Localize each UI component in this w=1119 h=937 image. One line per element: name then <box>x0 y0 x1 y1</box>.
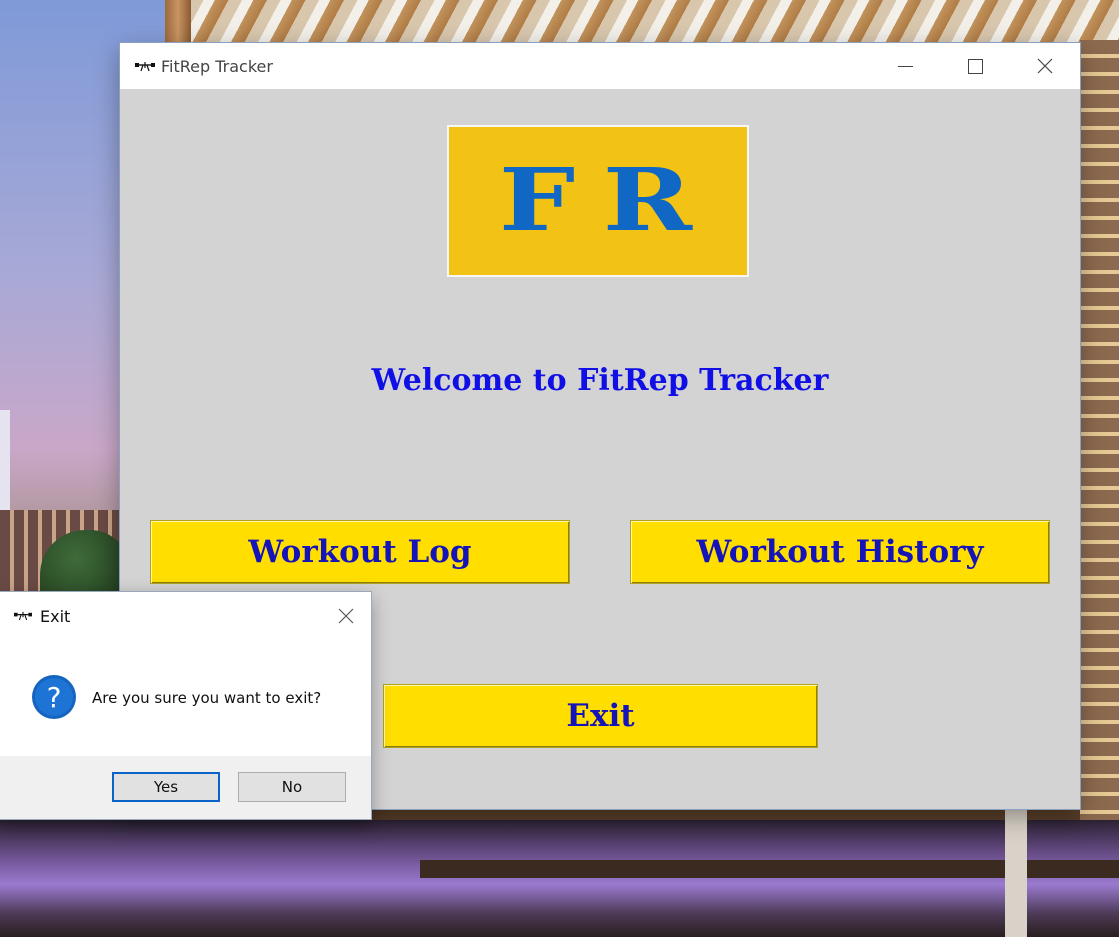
no-button[interactable]: No <box>238 772 346 802</box>
exit-dialog: Exit ? Are you sure you want to exit? Ye… <box>0 592 371 819</box>
logo-text: FR <box>498 150 720 251</box>
workout-log-button[interactable]: Workout Log <box>150 520 570 584</box>
window-title: FitRep Tracker <box>161 57 273 76</box>
app-logo: FR <box>447 125 749 277</box>
question-icon: ? <box>32 675 76 719</box>
yes-button[interactable]: Yes <box>112 772 220 802</box>
main-titlebar[interactable]: FitRep Tracker <box>120 43 1080 89</box>
maximize-icon <box>967 58 983 74</box>
wallpaper-pillar <box>1005 808 1027 937</box>
app-icon <box>14 611 32 621</box>
dialog-titlebar[interactable]: Exit <box>0 592 371 640</box>
exit-button[interactable]: Exit <box>383 684 818 748</box>
dialog-footer: Yes No <box>0 756 371 819</box>
wallpaper-building <box>1080 40 1119 820</box>
close-icon <box>1037 58 1053 74</box>
minimize-button[interactable] <box>870 43 940 89</box>
minimize-icon <box>897 65 913 67</box>
workout-history-button[interactable]: Workout History <box>630 520 1050 584</box>
wallpaper-pool <box>0 820 1119 937</box>
app-icon <box>135 62 155 72</box>
svg-text:?: ? <box>47 681 62 714</box>
dialog-message: Are you sure you want to exit? <box>92 689 322 707</box>
welcome-heading: Welcome to FitRep Tracker <box>371 363 829 398</box>
close-icon <box>338 608 354 624</box>
close-button[interactable] <box>1010 43 1080 89</box>
dialog-title: Exit <box>40 607 71 626</box>
dialog-close-button[interactable] <box>328 598 364 634</box>
maximize-button[interactable] <box>940 43 1010 89</box>
